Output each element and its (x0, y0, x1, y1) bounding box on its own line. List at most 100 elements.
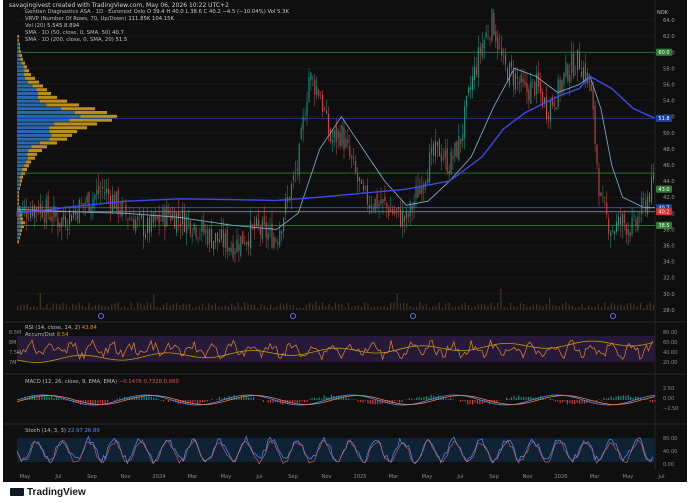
candle-body (127, 218, 129, 220)
macd-histogram-bar (608, 397, 610, 400)
volume-profile-bar-up (17, 232, 20, 236)
candle-body (252, 225, 254, 227)
stoch-legend: Stoch (14, 3, 3) 22.97 26.89 (25, 428, 100, 434)
volume-bar (354, 305, 356, 310)
candle-body (164, 208, 166, 228)
y-tick-label: 42.0 (663, 195, 675, 201)
candle-body (65, 217, 67, 228)
macd-histogram-bar (398, 400, 401, 403)
candle-body (290, 183, 292, 199)
candle-body (637, 217, 639, 230)
candle-body (584, 63, 586, 82)
volume-bar (107, 306, 110, 310)
volume-profile-bar-up (17, 156, 28, 160)
candle-body (433, 143, 435, 156)
volume-bar (364, 302, 366, 310)
candle-body (74, 210, 76, 215)
candle-body (415, 186, 417, 198)
candle-body (448, 171, 450, 174)
volume-profile-bar-up (17, 179, 20, 183)
candle-body (39, 203, 41, 214)
volume-profile-bar-down (22, 168, 27, 172)
candle-body (61, 218, 63, 228)
macd-scale-label: 0.00 (663, 396, 674, 402)
macd-histogram-bar (598, 399, 600, 400)
volume-bar (334, 302, 337, 310)
candle-body (452, 156, 454, 160)
volume-bar (143, 305, 145, 310)
candle-body (306, 102, 308, 116)
candle-body (573, 53, 575, 77)
volume-profile-bar-down (80, 114, 117, 118)
candle-body (195, 227, 197, 237)
x-tick-label: May (422, 474, 433, 480)
candle-body (115, 191, 117, 209)
volume-bar (357, 305, 359, 310)
macd-histogram-bar (167, 400, 169, 402)
volume-profile-bar-down (27, 80, 39, 84)
volume-profile-bar-up (17, 69, 25, 73)
volume-bar (88, 303, 90, 310)
volume-bar (377, 306, 379, 310)
volume-profile-bar-up (17, 84, 33, 88)
candle-body (434, 141, 436, 157)
candle-body (230, 247, 232, 252)
volume-profile-bar-down (36, 88, 47, 92)
x-tick-label: Sep (87, 474, 97, 480)
created-by-header: savagingivest created with TradingView.c… (9, 2, 229, 9)
candle-body (67, 228, 69, 231)
volume-profile-bar-up (17, 228, 21, 232)
volume-bar (516, 307, 518, 310)
candle-body (211, 229, 213, 248)
volume-bar (260, 303, 262, 310)
volume-bar (549, 297, 551, 310)
volume-bar (380, 306, 382, 310)
macd-histogram-bar (447, 399, 449, 400)
price-chart-svg: 64.062.060.058.056.054.052.050.048.046.0… (3, 0, 687, 480)
volume-profile-bar-up (17, 99, 40, 103)
macd-histogram-bar (153, 397, 155, 400)
candle-body (503, 56, 505, 58)
volume-bar (565, 302, 567, 310)
volume-profile-bar-up (17, 107, 62, 111)
macd-histogram-bar (394, 400, 396, 402)
volume-bar (532, 304, 535, 310)
candle-body (213, 240, 215, 250)
candle-body (351, 155, 353, 159)
volume-bar (263, 305, 265, 310)
volume-bar (373, 307, 376, 310)
volume-profile-bar-up (17, 190, 19, 194)
volume-bar (331, 306, 333, 310)
macd-histogram-bar (262, 400, 264, 403)
volume-profile-bar-up (17, 160, 27, 164)
volume-profile-bar-up (17, 114, 81, 118)
volume-bar (519, 303, 522, 310)
macd-histogram-bar (571, 400, 573, 405)
macd-histogram-bar (579, 400, 581, 404)
volume-profile-bar-up (17, 92, 38, 96)
macd-histogram-bar (150, 396, 152, 400)
volume-bar (257, 307, 259, 310)
x-tick-label: Jul (456, 474, 463, 480)
volume-profile-bar-up (17, 236, 19, 240)
macd-histogram-bar (372, 400, 374, 405)
candle-body (616, 221, 618, 232)
candle-body (273, 237, 275, 249)
candle-body (483, 39, 485, 49)
volume-bar (471, 307, 473, 310)
candle-body (481, 43, 483, 57)
volume-bar (137, 302, 139, 310)
macd-histogram-bar (630, 396, 632, 400)
macd-histogram-bar (162, 400, 165, 402)
candle-body (316, 86, 318, 95)
chart-canvas: 64.062.060.058.056.054.052.050.048.046.0… (3, 0, 687, 482)
macd-histogram-bar (652, 400, 654, 403)
candle-body (172, 212, 174, 220)
macd-histogram-bar (308, 399, 311, 400)
candle-body (246, 241, 248, 245)
macd-histogram-bar (649, 400, 651, 402)
macd-histogram-bar (576, 400, 578, 404)
candle-body (133, 218, 135, 230)
candle-body (86, 195, 88, 203)
volume-bar (292, 305, 294, 310)
